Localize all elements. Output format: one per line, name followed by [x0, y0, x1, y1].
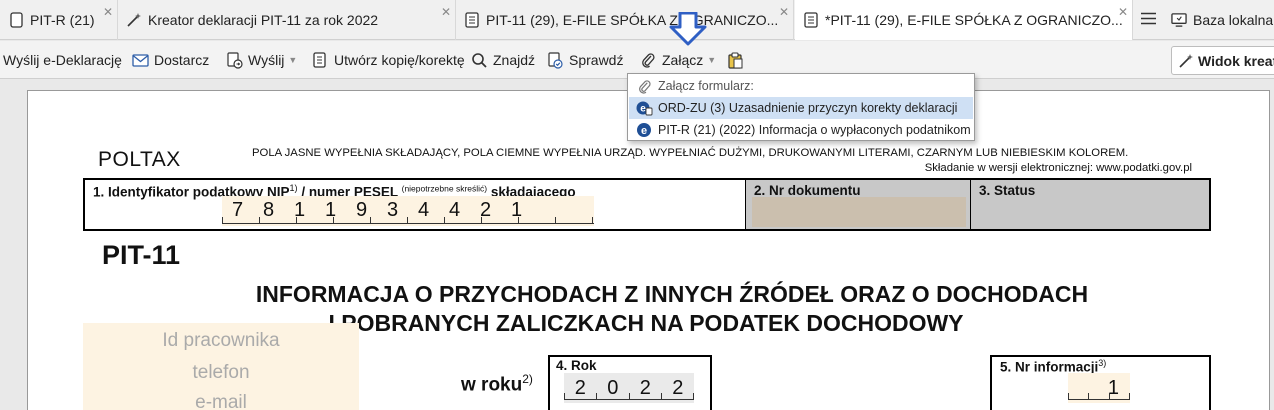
check-document-icon [546, 51, 564, 69]
year-prefix-label: w roku2) [461, 372, 533, 396]
tab-pit11-saved[interactable]: PIT-11 (29), E-FILE SPÓŁKA Z OGRANICZO..… [456, 0, 794, 40]
info-number-tick-guide [1068, 393, 1130, 400]
svg-text:e: e [640, 104, 646, 115]
menu-item-label: PIT-R (21) (2022) Informacja o wypłacony… [658, 123, 971, 137]
wizard-view-button[interactable]: Widok kreatora [1171, 46, 1274, 75]
email-input[interactable]: e-mail [83, 392, 359, 410]
menu-item-label: ORD-ZU (3) Uzasadnienie przyczyn korekty… [658, 101, 958, 115]
menu-item-pit-r[interactable]: e PIT-R (21) (2022) Informacja o wypłaco… [629, 119, 973, 141]
svg-text:e: e [640, 125, 646, 137]
tab-local-db[interactable]: Baza lokalna [1163, 0, 1274, 40]
edeclaration-icon: e [635, 122, 653, 138]
down-arrow-icon [669, 12, 707, 46]
tab-label: PIT-R (21) [30, 12, 95, 28]
clipboard-icon [726, 51, 744, 69]
deliver-button[interactable]: Dostarcz [131, 41, 209, 79]
employee-id-input[interactable]: Id pracownika [83, 330, 359, 352]
send-button[interactable]: Wyślij ▼ [225, 41, 297, 79]
send-edeclaration-button[interactable]: Wyślij e-Deklarację [3, 41, 122, 79]
tab-kreator[interactable]: Kreator deklaracji PIT-11 za rok 2022 ✕ [118, 0, 456, 40]
button-label: Widok kreatora [1198, 52, 1274, 69]
field4-cell: 4. Rok 2 0 2 2 [548, 355, 712, 410]
nip-tick-guide [222, 217, 594, 224]
create-copy-button[interactable]: Utwórz kopię/korektę [311, 41, 465, 79]
close-icon[interactable]: ✕ [441, 6, 451, 18]
close-icon[interactable]: ✕ [103, 6, 113, 18]
field3-cell: 3. Status [971, 180, 1209, 229]
paperclip-icon [635, 78, 653, 94]
edeclaration-icon: e [635, 100, 653, 116]
button-label: Wyślij e-Deklarację [3, 52, 122, 68]
attach-dropdown-menu: Załącz formularz: e ORD-ZU (3) Uzasadnie… [627, 73, 975, 141]
dropdown-caret-icon: ▼ [288, 55, 298, 65]
tab-label: Baza lokalna [1193, 12, 1274, 28]
menu-icon [1140, 12, 1156, 28]
document-icon [803, 11, 819, 29]
monitor-icon [1171, 11, 1187, 29]
form-instructions: POLA JASNE WYPEŁNIA SKŁADAJĄCY, POLA CIE… [252, 147, 1129, 159]
tab-bar: PIT-R (21) ✕ Kreator deklaracji PIT-11 z… [0, 0, 1274, 40]
form-code: PIT-11 [102, 240, 181, 270]
form-instructions-electronic: Składanie w wersji elektronicznej: www.p… [924, 162, 1192, 174]
field4-label: 4. Rok [556, 358, 597, 373]
tab-label: PIT-11 (29), E-FILE SPÓŁKA Z OGRANICZO..… [486, 12, 779, 28]
magic-wand-icon [126, 11, 142, 29]
button-label: Dostarcz [154, 52, 210, 68]
field5-cell: 5. Nr informacji3) 1 [990, 355, 1211, 410]
tab-pit-r[interactable]: PIT-R (21) ✕ [0, 0, 118, 40]
field3-label: 3. Status [979, 183, 1036, 198]
dropdown-caret-icon: ▼ [707, 55, 717, 65]
magic-wand-icon [1178, 53, 1194, 69]
field2-label: 2. Nr dokumentu [754, 183, 861, 198]
menu-item-ord-zu[interactable]: e ORD-ZU (3) Uzasadnienie przyczyn korek… [629, 97, 973, 119]
tab-list-button[interactable] [1133, 0, 1163, 40]
close-icon[interactable]: ✕ [779, 6, 789, 18]
form-title-line1: INFORMACJA O PRZYCHODACH Z INNYCH ŹRÓDEŁ… [255, 281, 1089, 307]
search-icon [470, 51, 488, 69]
document-icon [464, 11, 480, 29]
menu-header-label: Załącz formularz: [658, 79, 754, 93]
check-button[interactable]: Sprawdź [546, 41, 623, 79]
year-tick-guide [564, 393, 694, 400]
find-button[interactable]: Znajdź [470, 41, 535, 79]
close-icon[interactable]: ✕ [1118, 6, 1128, 18]
copy-icon [311, 51, 329, 69]
button-label: Utwórz kopię/korektę [334, 52, 465, 68]
button-label: Znajdź [493, 52, 536, 68]
button-label: Załącz [662, 52, 704, 68]
button-label: Wyślij [248, 52, 285, 68]
document-number-field [752, 197, 966, 227]
app-window: PIT-R (21) ✕ Kreator deklaracji PIT-11 z… [0, 0, 1274, 410]
document-icon [8, 11, 24, 29]
tab-pit11-active[interactable]: *PIT-11 (29), E-FILE SPÓŁKA Z OGRANICZO.… [795, 0, 1133, 40]
button-label: Sprawdź [569, 52, 624, 68]
envelope-icon [131, 51, 149, 69]
poltax-label: POLTAX [98, 148, 181, 171]
send-document-icon [225, 51, 243, 69]
field2-cell: 2. Nr dokumentu [746, 180, 971, 229]
paperclip-icon [639, 51, 657, 69]
attach-menu-header: Załącz formularz: [629, 75, 973, 97]
tab-label: *PIT-11 (29), E-FILE SPÓŁKA Z OGRANICZO.… [825, 12, 1123, 28]
tab-label: Kreator deklaracji PIT-11 za rok 2022 [148, 12, 379, 28]
phone-input[interactable]: telefon [83, 362, 359, 384]
